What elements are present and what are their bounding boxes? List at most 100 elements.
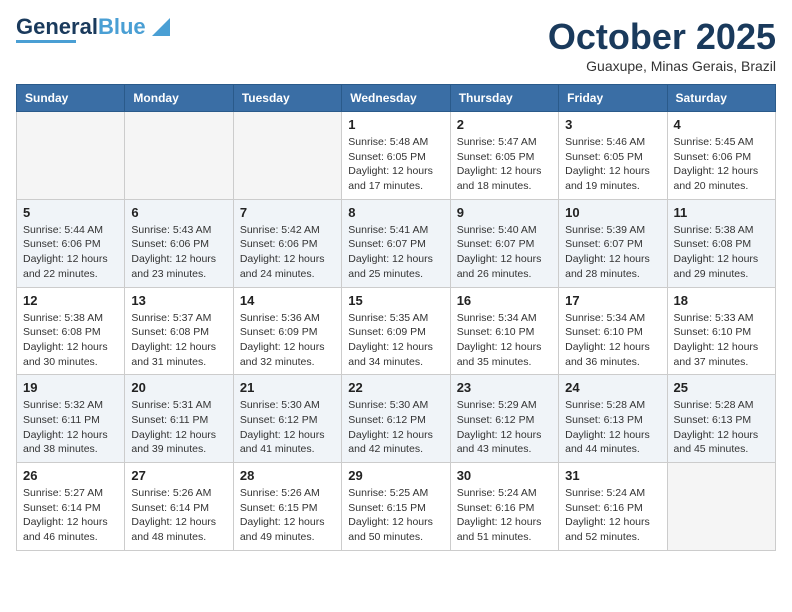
month-title: October 2025 [548,16,776,58]
day-number: 19 [23,380,118,395]
page-header: GeneralBlue October 2025 Guaxupe, Minas … [16,16,776,74]
day-info: Sunrise: 5:45 AMSunset: 6:06 PMDaylight:… [674,135,769,194]
title-block: October 2025 Guaxupe, Minas Gerais, Braz… [548,16,776,74]
day-number: 2 [457,117,552,132]
day-number: 30 [457,468,552,483]
day-info: Sunrise: 5:26 AMSunset: 6:14 PMDaylight:… [131,486,226,545]
calendar-cell: 31Sunrise: 5:24 AMSunset: 6:16 PMDayligh… [559,463,667,551]
calendar-cell: 7 Sunrise: 5:42 AMSunset: 6:06 PMDaylight… [233,199,341,287]
calendar-cell: 30 Sunrise: 5:24 AMSunset: 6:16 PMDayligh… [450,463,558,551]
day-number: 24 [565,380,660,395]
day-number: 11 [674,205,769,220]
day-number: 9 [457,205,552,220]
weekday-header-row: SundayMondayTuesdayWednesdayThursdayFrid… [17,85,776,112]
weekday-header-monday: Monday [125,85,233,112]
location-subtitle: Guaxupe, Minas Gerais, Brazil [548,58,776,74]
day-number: 25 [674,380,769,395]
calendar-cell: 10 Sunrise: 5:39 AMSunset: 6:07 PMDayligh… [559,199,667,287]
calendar-cell: 21Sunrise: 5:30 AMSunset: 6:12 PMDayligh… [233,375,341,463]
day-number: 20 [131,380,226,395]
calendar-cell: 13 Sunrise: 5:37 AMSunset: 6:08 PMDayligh… [125,287,233,375]
day-info: Sunrise: 5:24 AMSunset: 6:16 PMDaylight:… [457,486,552,545]
day-info: Sunrise: 5:40 AMSunset: 6:07 PMDaylight:… [457,223,552,282]
calendar-cell: 14 Sunrise: 5:36 AMSunset: 6:09 PMDayligh… [233,287,341,375]
day-number: 12 [23,293,118,308]
calendar-week-row: 19 Sunrise: 5:32 AMSunset: 6:11 PMDayligh… [17,375,776,463]
calendar-cell: 28 Sunrise: 5:26 AMSunset: 6:15 PMDayligh… [233,463,341,551]
day-number: 10 [565,205,660,220]
day-info: Sunrise: 5:38 AMSunset: 6:08 PMDaylight:… [23,311,118,370]
day-number: 28 [240,468,335,483]
calendar-cell: 4 Sunrise: 5:45 AMSunset: 6:06 PMDaylight… [667,112,775,200]
calendar-cell: 6 Sunrise: 5:43 AMSunset: 6:06 PMDaylight… [125,199,233,287]
day-number: 4 [674,117,769,132]
day-info: Sunrise: 5:44 AMSunset: 6:06 PMDaylight:… [23,223,118,282]
calendar-cell: 16 Sunrise: 5:34 AMSunset: 6:10 PMDayligh… [450,287,558,375]
logo-underline [16,40,76,43]
day-info: Sunrise: 5:35 AMSunset: 6:09 PMDaylight:… [348,311,443,370]
day-info: Sunrise: 5:43 AMSunset: 6:06 PMDaylight:… [131,223,226,282]
calendar-cell: 1 Sunrise: 5:48 AMSunset: 6:05 PMDaylight… [342,112,450,200]
day-number: 29 [348,468,443,483]
calendar-cell: 25 Sunrise: 5:28 AMSunset: 6:13 PMDayligh… [667,375,775,463]
day-info: Sunrise: 5:41 AMSunset: 6:07 PMDaylight:… [348,223,443,282]
calendar-cell: 27Sunrise: 5:26 AMSunset: 6:14 PMDayligh… [125,463,233,551]
day-number: 18 [674,293,769,308]
calendar-cell: 19 Sunrise: 5:32 AMSunset: 6:11 PMDayligh… [17,375,125,463]
day-number: 5 [23,205,118,220]
calendar-table: SundayMondayTuesdayWednesdayThursdayFrid… [16,84,776,551]
day-info: Sunrise: 5:26 AMSunset: 6:15 PMDaylight:… [240,486,335,545]
day-info: Sunrise: 5:42 AMSunset: 6:06 PMDaylight:… [240,223,335,282]
day-number: 6 [131,205,226,220]
day-number: 8 [348,205,443,220]
day-info: Sunrise: 5:30 AMSunset: 6:12 PMDaylight:… [348,398,443,457]
calendar-cell: 29 Sunrise: 5:25 AMSunset: 6:15 PMDayligh… [342,463,450,551]
day-number: 14 [240,293,335,308]
day-number: 26 [23,468,118,483]
day-info: Sunrise: 5:32 AMSunset: 6:11 PMDaylight:… [23,398,118,457]
day-info: Sunrise: 5:33 AMSunset: 6:10 PMDaylight:… [674,311,769,370]
weekday-header-saturday: Saturday [667,85,775,112]
day-number: 15 [348,293,443,308]
weekday-header-wednesday: Wednesday [342,85,450,112]
day-number: 3 [565,117,660,132]
calendar-week-row: 1 Sunrise: 5:48 AMSunset: 6:05 PMDaylight… [17,112,776,200]
day-info: Sunrise: 5:28 AMSunset: 6:13 PMDaylight:… [565,398,660,457]
calendar-cell [233,112,341,200]
day-number: 13 [131,293,226,308]
logo: GeneralBlue [16,16,170,43]
day-info: Sunrise: 5:46 AMSunset: 6:05 PMDaylight:… [565,135,660,194]
day-info: Sunrise: 5:29 AMSunset: 6:12 PMDaylight:… [457,398,552,457]
calendar-cell: 23 Sunrise: 5:29 AMSunset: 6:12 PMDayligh… [450,375,558,463]
calendar-cell [17,112,125,200]
day-info: Sunrise: 5:34 AMSunset: 6:10 PMDaylight:… [457,311,552,370]
day-number: 23 [457,380,552,395]
weekday-header-friday: Friday [559,85,667,112]
calendar-cell: 5 Sunrise: 5:44 AMSunset: 6:06 PMDaylight… [17,199,125,287]
calendar-week-row: 5 Sunrise: 5:44 AMSunset: 6:06 PMDaylight… [17,199,776,287]
day-info: Sunrise: 5:36 AMSunset: 6:09 PMDaylight:… [240,311,335,370]
day-info: Sunrise: 5:28 AMSunset: 6:13 PMDaylight:… [674,398,769,457]
calendar-cell: 11Sunrise: 5:38 AMSunset: 6:08 PMDayligh… [667,199,775,287]
day-number: 7 [240,205,335,220]
day-info: Sunrise: 5:48 AMSunset: 6:05 PMDaylight:… [348,135,443,194]
day-info: Sunrise: 5:39 AMSunset: 6:07 PMDaylight:… [565,223,660,282]
day-number: 16 [457,293,552,308]
calendar-cell: 12 Sunrise: 5:38 AMSunset: 6:08 PMDayligh… [17,287,125,375]
weekday-header-sunday: Sunday [17,85,125,112]
day-info: Sunrise: 5:25 AMSunset: 6:15 PMDaylight:… [348,486,443,545]
calendar-cell: 15 Sunrise: 5:35 AMSunset: 6:09 PMDayligh… [342,287,450,375]
day-number: 21 [240,380,335,395]
logo-icon [150,14,170,36]
day-info: Sunrise: 5:24 AMSunset: 6:16 PMDaylight:… [565,486,660,545]
day-number: 1 [348,117,443,132]
calendar-cell [667,463,775,551]
calendar-cell: 18 Sunrise: 5:33 AMSunset: 6:10 PMDayligh… [667,287,775,375]
calendar-cell: 3 Sunrise: 5:46 AMSunset: 6:05 PMDaylight… [559,112,667,200]
day-number: 22 [348,380,443,395]
day-number: 17 [565,293,660,308]
day-info: Sunrise: 5:37 AMSunset: 6:08 PMDaylight:… [131,311,226,370]
day-info: Sunrise: 5:31 AMSunset: 6:11 PMDaylight:… [131,398,226,457]
calendar-cell: 2Sunrise: 5:47 AMSunset: 6:05 PMDaylight… [450,112,558,200]
calendar-cell: 8 Sunrise: 5:41 AMSunset: 6:07 PMDaylight… [342,199,450,287]
